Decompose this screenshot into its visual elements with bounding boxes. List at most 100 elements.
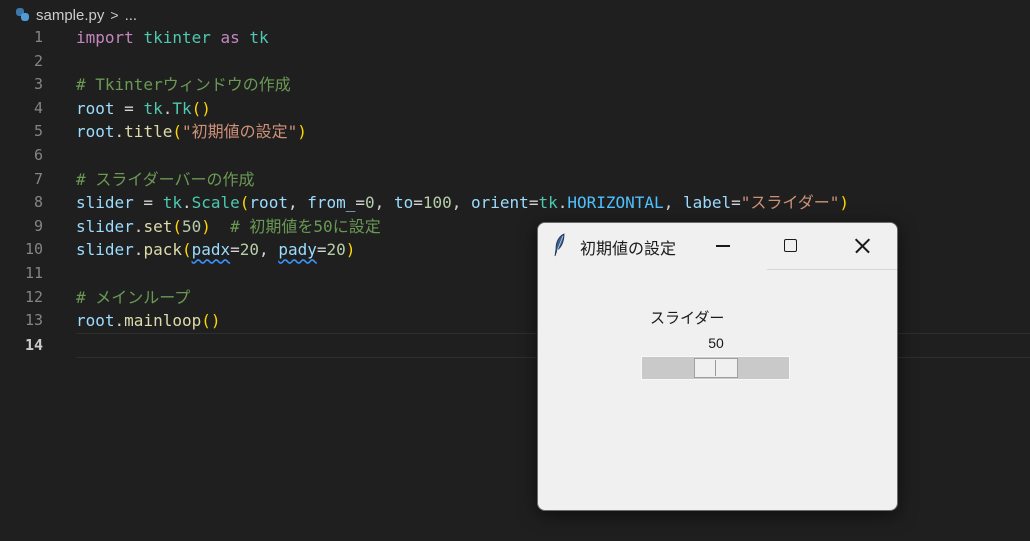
- code-text: # スライダーバーの作成: [76, 168, 254, 192]
- code-line[interactable]: 3 # Tkinterウィンドウの作成: [0, 73, 1030, 97]
- code-text: slider.pack(padx=20, pady=20): [76, 238, 355, 262]
- slider-thumb[interactable]: [694, 358, 738, 378]
- code-token: 50: [181, 216, 202, 236]
- code-token: "スライダー": [740, 193, 840, 213]
- code-line[interactable]: 5 root.title("初期値の設定"): [0, 120, 1030, 144]
- window-title: 初期値の設定: [580, 241, 677, 258]
- code-token: (): [191, 98, 211, 118]
- line-number: 6: [33, 145, 43, 164]
- line-number: 5: [33, 122, 43, 141]
- code-token: Scale: [191, 193, 240, 213]
- line-number: 14: [24, 335, 43, 354]
- code-token: set: [143, 216, 173, 236]
- code-token: Tk: [172, 98, 192, 118]
- code-token: 0: [365, 193, 375, 213]
- code-token: ): [839, 193, 850, 213]
- code-token: (): [201, 311, 221, 331]
- code-text: import tkinter as tk: [76, 26, 269, 50]
- chevron-right-icon: >: [110, 7, 119, 23]
- code-token: # Tkinterウィンドウの作成: [76, 75, 291, 95]
- code-token: .: [557, 193, 568, 213]
- line-number: 12: [24, 287, 43, 306]
- code-token: tk: [249, 28, 269, 47]
- code-token: ,: [287, 193, 308, 213]
- code-token: slider: [76, 240, 134, 260]
- code-token: root: [76, 122, 115, 142]
- code-text: root.title("初期値の設定"): [76, 120, 307, 144]
- code-token: root: [76, 311, 115, 331]
- line-number: 10: [24, 240, 43, 259]
- code-token: (: [172, 122, 182, 142]
- code-token: slider: [76, 193, 134, 213]
- code-token: ,: [374, 193, 394, 213]
- line-number: 4: [33, 98, 43, 117]
- code-token: .: [133, 240, 144, 260]
- code-token: from_: [307, 193, 356, 213]
- line-number: 11: [24, 263, 43, 282]
- code-token: pady: [278, 240, 317, 260]
- code-token: 100: [422, 193, 452, 213]
- code-line[interactable]: 6: [0, 144, 1030, 168]
- scale-label: スライダー: [650, 310, 725, 327]
- code-line[interactable]: 7 # スライダーバーの作成: [0, 168, 1030, 192]
- code-token: slider: [76, 216, 134, 236]
- code-token: # 初期値を50に設定: [210, 216, 381, 236]
- code-token: tkinter: [143, 28, 211, 47]
- code-token: =: [114, 98, 144, 118]
- code-token: ,: [259, 240, 279, 260]
- line-number: 8: [33, 193, 43, 212]
- code-token: ,: [663, 193, 683, 213]
- python-file-icon: [16, 8, 30, 22]
- code-token: # メインループ: [76, 287, 191, 307]
- code-token: =: [230, 240, 240, 260]
- code-token: "初期値の設定": [181, 122, 298, 142]
- code-token: ): [201, 216, 211, 236]
- code-token: orient: [471, 193, 529, 213]
- code-token: (: [239, 193, 250, 213]
- code-token: tk: [143, 98, 163, 118]
- code-token: .: [114, 311, 125, 331]
- code-token: root: [76, 98, 115, 118]
- code-line[interactable]: 2: [0, 50, 1030, 74]
- line-number: 2: [33, 51, 43, 70]
- code-line[interactable]: 8 slider = tk.Scale(root, from_=0, to=100…: [0, 191, 1030, 215]
- code-token: mainloop: [124, 311, 202, 331]
- code-token: =: [413, 193, 423, 213]
- code-line[interactable]: 4 root = tk.Tk(): [0, 97, 1030, 121]
- code-token: (: [181, 240, 192, 260]
- code-token: padx: [191, 240, 231, 260]
- code-token: (: [172, 216, 182, 236]
- breadcrumb-more[interactable]: ...: [125, 7, 138, 24]
- line-number: 9: [33, 216, 43, 235]
- code-token: =: [355, 193, 366, 213]
- close-icon[interactable]: [849, 233, 875, 259]
- breadcrumb: sample.py > ...: [16, 4, 137, 26]
- code-token: as: [210, 28, 250, 47]
- code-token: .: [133, 216, 144, 236]
- code-text: # メインループ: [76, 286, 190, 310]
- code-token: .: [162, 98, 173, 118]
- code-token: .: [114, 122, 125, 142]
- code-token: tk: [162, 193, 182, 213]
- code-text: slider = tk.Scale(root, from_=0, to=100,…: [76, 191, 849, 215]
- code-token: ): [297, 122, 307, 142]
- code-token: root: [249, 193, 288, 213]
- code-token: ): [345, 240, 356, 260]
- code-line[interactable]: 1 import tkinter as tk: [0, 26, 1030, 50]
- window-titlebar[interactable]: 初期値の設定: [538, 223, 897, 269]
- code-token: title: [124, 122, 173, 142]
- line-number: 7: [33, 169, 43, 188]
- code-token: =: [528, 193, 539, 213]
- minimize-icon[interactable]: [710, 233, 736, 259]
- feather-icon: [554, 233, 565, 257]
- code-token: label: [682, 193, 732, 213]
- slider-trough[interactable]: [641, 356, 790, 380]
- code-token: 20: [239, 240, 260, 260]
- maximize-icon[interactable]: [778, 233, 804, 259]
- line-number: 1: [33, 28, 43, 46]
- code-text: slider.set(50) # 初期値を50に設定: [76, 215, 381, 239]
- breadcrumb-file[interactable]: sample.py: [36, 7, 104, 24]
- tk-window[interactable]: 初期値の設定 スライダー 50: [537, 222, 898, 511]
- code-token: # スライダーバーの作成: [76, 169, 255, 189]
- code-token: import: [76, 28, 144, 47]
